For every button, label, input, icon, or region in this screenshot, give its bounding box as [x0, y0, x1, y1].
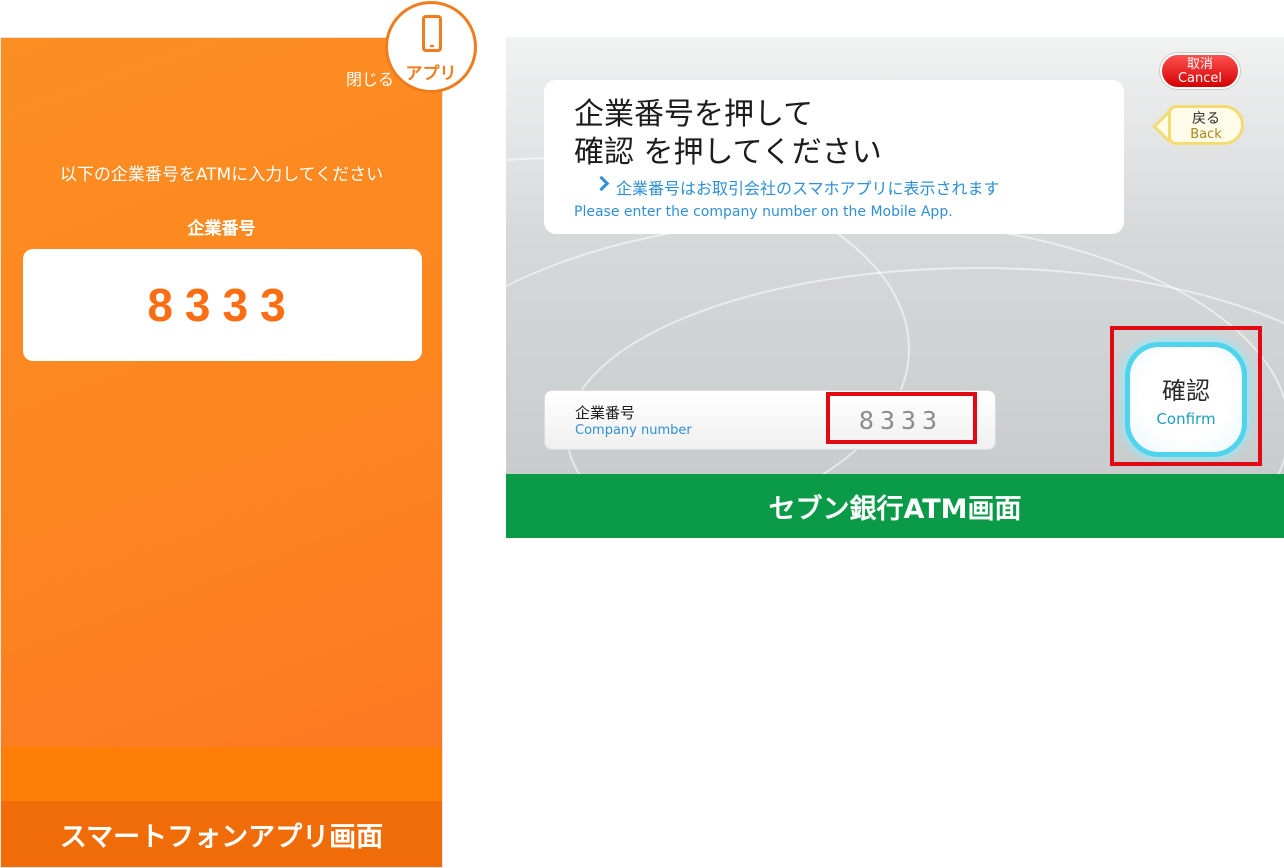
company-number-label: 企業番号 [187, 219, 256, 239]
prompt-title-line2: 確認 を押してください [574, 135, 882, 170]
prompt-hint: 企業番号はお取引会社のスマホアプリに表示されます [594, 175, 1000, 199]
prompt-hint-text: 企業番号はお取引会社のスマホアプリに表示されます [616, 179, 1000, 198]
cancel-label: 取消 [1186, 57, 1213, 72]
confirm-highlight-box [1110, 326, 1262, 466]
smartphone-app-screen: 閉じる 以下の企業番号をATMに入力してください 企業番号 8333 スマートフ… [0, 37, 443, 868]
prompt-card: 企業番号を押して 確認 を押してください 企業番号はお取引会社のスマホアプリに表… [544, 80, 1124, 234]
cancel-button[interactable]: 取消 Cancel [1160, 53, 1240, 89]
footer-band [1, 747, 442, 803]
prompt-title-line1: 企業番号を押して [574, 97, 814, 132]
input-highlight-box [826, 392, 977, 444]
back-label: 戻る [1192, 111, 1220, 127]
atm-display: 企業番号を押して 確認 を押してください 企業番号はお取引会社のスマホアプリに表… [506, 37, 1284, 474]
smartphone-caption: スマートフォンアプリ画面 [1, 801, 442, 867]
field-label: 企業番号 [575, 404, 636, 422]
atm-caption-text: セブン銀行ATM画面 [768, 493, 1022, 525]
back-label-en: Back [1190, 127, 1222, 142]
app-badge: アプリ [385, 1, 477, 93]
company-number-value: 8333 [147, 279, 298, 331]
atm-caption: セブン銀行ATM画面 [506, 474, 1284, 538]
back-button[interactable]: 戻る Back [1168, 105, 1244, 145]
close-link[interactable]: 閉じる [346, 66, 394, 90]
smartphone-icon [422, 15, 442, 52]
atm-screen: 企業番号を押して 確認 を押してください 企業番号はお取引会社のスマホアプリに表… [506, 37, 1284, 538]
prompt-title: 企業番号を押して 確認 を押してください [574, 96, 882, 172]
app-badge-label: アプリ [405, 64, 457, 84]
smartphone-caption-text: スマートフォンアプリ画面 [59, 821, 384, 853]
cancel-label-en: Cancel [1177, 71, 1223, 86]
instruction-text: 以下の企業番号をATMに入力してください [59, 165, 384, 185]
company-number-display: 8333 [23, 249, 422, 361]
prompt-hint-english: Please enter the company number on the M… [574, 204, 953, 220]
field-label-en: Company number [575, 423, 692, 438]
